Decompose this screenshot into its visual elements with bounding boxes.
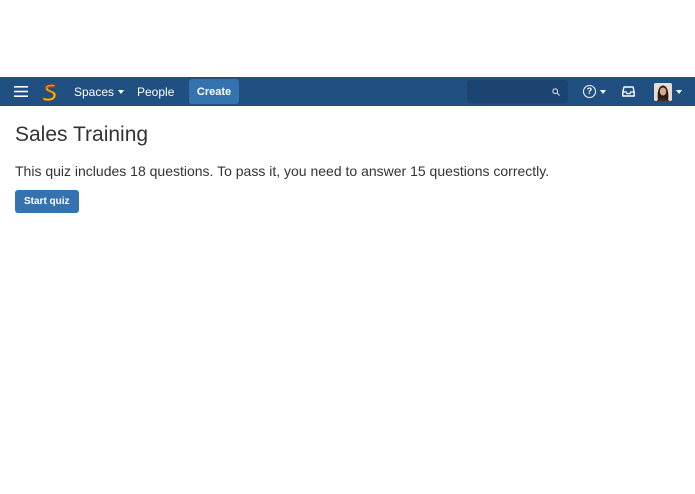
spaces-label: Spaces [74, 84, 115, 99]
confluence-s-logo-icon[interactable] [40, 77, 60, 106]
help-menu[interactable]: ? [583, 77, 606, 106]
notifications-icon[interactable] [622, 77, 635, 106]
search-input[interactable] [473, 84, 557, 99]
chevron-down-icon [118, 90, 125, 94]
chevron-down-icon [600, 90, 606, 94]
spaces-menu[interactable]: Spaces [74, 77, 125, 106]
avatar [654, 82, 672, 101]
search-icon [552, 88, 560, 96]
start-quiz-button[interactable]: Start quiz [15, 190, 79, 213]
people-link[interactable]: People [137, 77, 174, 106]
help-icon: ? [583, 85, 596, 98]
user-menu[interactable] [654, 77, 682, 106]
chevron-down-icon [676, 90, 682, 94]
search-field[interactable] [467, 80, 568, 103]
main-content: Sales Training This quiz includes 18 que… [0, 122, 695, 213]
hamburger-icon[interactable] [14, 77, 28, 106]
top-blank-area [0, 0, 695, 77]
header-bar: Spaces People Create ? [0, 77, 695, 106]
quiz-description: This quiz includes 18 questions. To pass… [15, 163, 550, 179]
create-button[interactable]: Create [189, 79, 239, 104]
page-title: Sales Training [15, 123, 149, 146]
